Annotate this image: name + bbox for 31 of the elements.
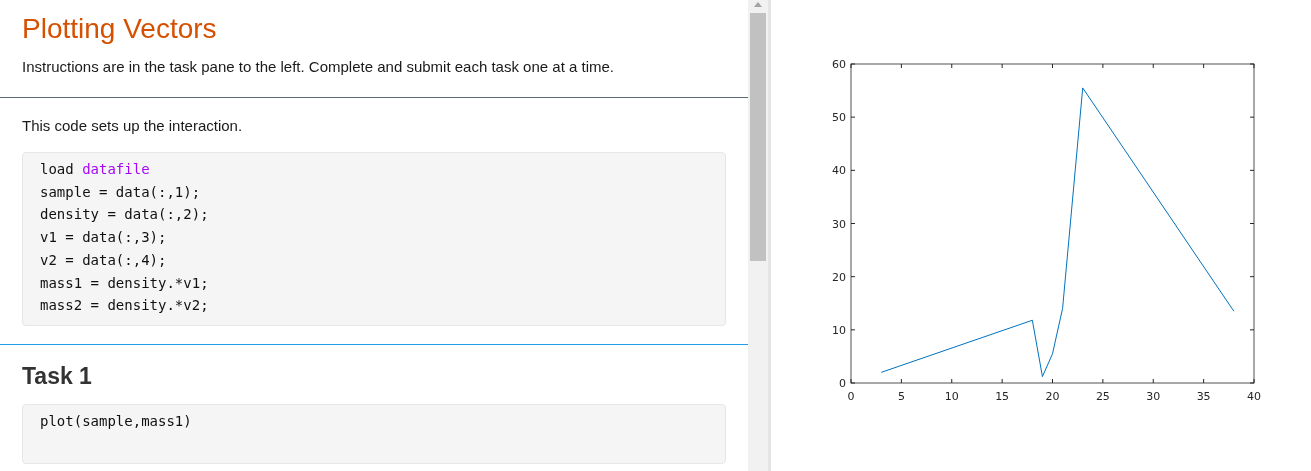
- page-title: Plotting Vectors: [22, 12, 218, 46]
- x-tick-label: 15: [995, 390, 1010, 403]
- y-tick-label: 50: [832, 111, 846, 125]
- code-line: v1 = data(:,3);: [40, 228, 168, 248]
- y-tick-label: 40: [832, 164, 846, 178]
- instructions-text: Instructions are in the task pane to the left. Complete and submit each task one at a time.: [22, 57, 615, 77]
- x-tick-label: 10: [944, 390, 959, 403]
- scroll-up-arrow-icon[interactable]: [754, 2, 762, 7]
- x-tick-label: 20: [1045, 390, 1060, 403]
- y-tick-label: 0: [839, 377, 846, 390]
- x-tick-label: 0: [847, 390, 855, 403]
- setup-description: This code sets up the interaction.: [22, 115, 244, 136]
- y-tick-label: 60: [832, 58, 846, 71]
- y-tick-label: 10: [832, 323, 846, 337]
- x-tick-label: 25: [1095, 390, 1110, 403]
- code-line: sample = data(:,1);: [40, 182, 202, 202]
- y-tick-label: 20: [832, 270, 846, 284]
- code-line: mass1 = density.*v1;: [40, 273, 210, 293]
- x-tick-label: 30: [1146, 390, 1161, 403]
- code-line: load datafile: [40, 160, 151, 179]
- x-tick-label: 40: [1247, 390, 1261, 403]
- scrollbar-thumb[interactable]: [750, 13, 766, 261]
- y-tick-label: 30: [832, 217, 846, 231]
- code-line: mass2 = density.*v2;: [40, 296, 210, 316]
- x-tick-label: 35: [1196, 390, 1211, 403]
- scrollbar[interactable]: [748, 0, 768, 471]
- code-line: density = data(:,2);: [40, 205, 210, 225]
- x-tick-label: 5: [897, 390, 905, 403]
- code-line: v2 = data(:,4);: [40, 250, 168, 270]
- task-heading: Task 1: [22, 361, 93, 391]
- task-code-block: plot(sample,mass1): [22, 404, 726, 465]
